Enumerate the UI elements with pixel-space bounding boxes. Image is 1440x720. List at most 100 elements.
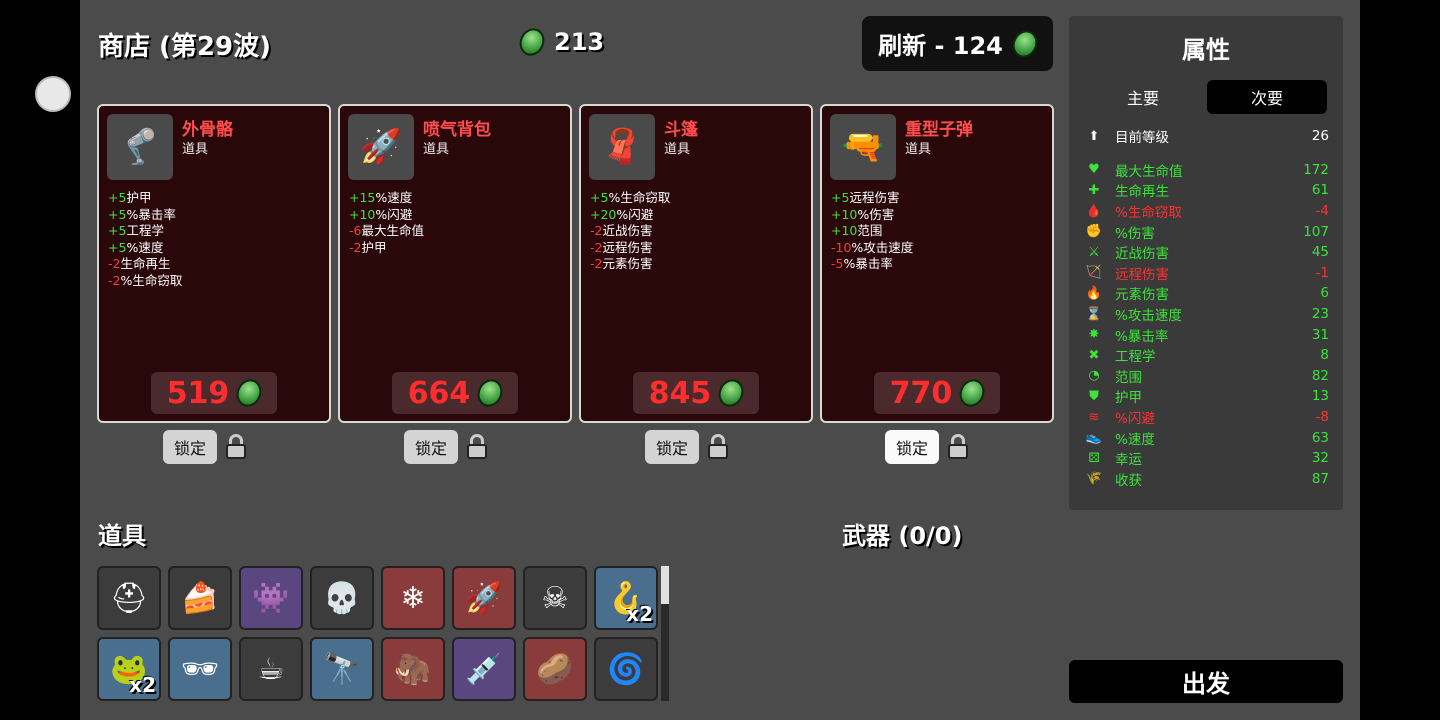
stat-label: 生命再生 bbox=[1115, 184, 1169, 201]
item-type: 道具 bbox=[423, 142, 450, 157]
inventory-slot[interactable]: ☕ bbox=[239, 637, 303, 701]
stat-row: ✖ 工程学 8 bbox=[1085, 345, 1329, 366]
potato-icon: 🥔 bbox=[536, 651, 574, 687]
price-amount: 845 bbox=[648, 375, 712, 411]
lock-control: 锁定 bbox=[404, 430, 488, 464]
lock-button[interactable]: 锁定 bbox=[645, 430, 699, 464]
stat-value: 32 bbox=[1311, 450, 1329, 467]
stat-text: 远程伤害 bbox=[602, 239, 653, 255]
inventory-slot[interactable]: 🥔 bbox=[523, 637, 587, 701]
tab-primary[interactable]: 主要 bbox=[1083, 80, 1203, 114]
crit-icon: ✸ bbox=[1088, 327, 1100, 343]
buy-price-button[interactable]: 845 bbox=[633, 372, 759, 414]
padlock-icon bbox=[225, 434, 247, 460]
stat-label: 幸运 bbox=[1115, 452, 1142, 469]
stat-text: 工程学 bbox=[126, 223, 164, 238]
stat-value: 107 bbox=[1303, 223, 1329, 240]
reroll-button[interactable]: 刷新 - 124 bbox=[862, 16, 1053, 71]
lock-button[interactable]: 锁定 bbox=[404, 430, 458, 464]
inventory-slot[interactable]: 🪝 x2 bbox=[594, 566, 658, 630]
item-type: 道具 bbox=[182, 142, 209, 157]
material-gem-icon bbox=[232, 375, 267, 411]
buy-price-button[interactable]: 519 bbox=[151, 372, 277, 414]
shop-card[interactable]: 🦿 外骨骼 道具 +5护甲 +5%暴击率 +5工程学 +5%速度 -2生命再生 -2%生命窃取 5… bbox=[97, 104, 331, 423]
shop-card[interactable]: 🚀 喷气背包 道具 +15%速度 +10%闪避 -6最大生命值 -2护甲 664 bbox=[338, 104, 572, 423]
telescope-icon: 🔭 bbox=[323, 651, 361, 687]
stat-value: -2 bbox=[108, 256, 121, 271]
stat-text: 远程伤害 bbox=[849, 190, 900, 205]
stat-line: -5%暴击率 bbox=[831, 256, 913, 273]
stat-text: 范围 bbox=[857, 223, 883, 238]
inventory-slot[interactable]: 💀 bbox=[310, 566, 374, 630]
lock-control: 锁定 bbox=[163, 430, 247, 464]
stat-label: 收获 bbox=[1115, 472, 1142, 489]
inventory-scrollbar[interactable] bbox=[661, 566, 669, 701]
inventory-slot[interactable]: ☠ bbox=[523, 566, 587, 630]
stat-value: +20 bbox=[590, 206, 617, 222]
stat-line: +15%速度 bbox=[349, 190, 424, 207]
floating-assist-button[interactable] bbox=[35, 76, 71, 112]
material-gem-icon bbox=[515, 24, 549, 60]
stat-value: +5 bbox=[108, 239, 127, 255]
stat-row: ◔ 范围 82 bbox=[1085, 366, 1329, 387]
animal-skull-icon: ☠ bbox=[541, 580, 569, 616]
tab-secondary[interactable]: 次要 bbox=[1207, 80, 1327, 114]
stat-value: -8 bbox=[1315, 409, 1329, 426]
glasses-icon: 🕶 bbox=[180, 651, 220, 687]
stat-value: 87 bbox=[1311, 470, 1329, 487]
item-type: 道具 bbox=[905, 142, 932, 157]
stat-line: +5护甲 bbox=[108, 190, 182, 207]
stat-row: ✸ %暴击率 31 bbox=[1085, 324, 1329, 345]
price-amount: 770 bbox=[889, 375, 953, 411]
buy-price-button[interactable]: 664 bbox=[392, 372, 518, 414]
inventory-slot[interactable]: 🐸 x2 bbox=[97, 637, 161, 701]
go-button[interactable]: 出发 bbox=[1069, 660, 1343, 703]
stat-value: 82 bbox=[1311, 367, 1329, 384]
syringe-icon: 💉 bbox=[465, 651, 503, 687]
stat-line: +10%闪避 bbox=[349, 207, 424, 224]
items-section-title: 道具 bbox=[98, 522, 146, 550]
item-stats: +5护甲 +5%暴击率 +5工程学 +5%速度 -2生命再生 -2%生命窃取 bbox=[108, 190, 182, 289]
inventory-slot[interactable]: 💉 bbox=[452, 637, 516, 701]
stat-value: 6 bbox=[1320, 285, 1329, 302]
stat-line: +20%闪避 bbox=[590, 207, 670, 224]
stat-line: -2生命再生 bbox=[108, 256, 182, 273]
go-label: 出发 bbox=[1182, 670, 1230, 698]
inventory-slot[interactable]: ⛑ bbox=[97, 566, 161, 630]
inventory-slot[interactable]: ❄ bbox=[381, 566, 445, 630]
engineering-icon: ✖ bbox=[1088, 347, 1100, 363]
shop-card[interactable]: 🔫 重型子弹 道具 +5远程伤害 +10%伤害 +10范围 -10%攻击速度 -5%暴击率 77… bbox=[820, 104, 1054, 423]
stat-text: %闪避 bbox=[616, 206, 654, 222]
inventory-slot[interactable]: 🚀 bbox=[452, 566, 516, 630]
stat-text: %速度 bbox=[126, 239, 164, 255]
coffee-icon: ☕ bbox=[257, 651, 285, 687]
inventory-slot[interactable]: 👾 bbox=[239, 566, 303, 630]
stat-value: 45 bbox=[1311, 244, 1329, 261]
stat-value: +10 bbox=[831, 223, 858, 238]
inventory-slot[interactable]: 🦣 bbox=[381, 637, 445, 701]
cake-icon: 🍰 bbox=[181, 580, 219, 616]
stat-label: 范围 bbox=[1115, 369, 1142, 386]
stat-row: 🔥 元素伤害 6 bbox=[1085, 283, 1329, 304]
stat-row: ✊ %伤害 107 bbox=[1085, 221, 1329, 242]
stat-text: 近战伤害 bbox=[602, 223, 653, 238]
lock-button[interactable]: 锁定 bbox=[163, 430, 217, 464]
stat-label: %攻击速度 bbox=[1115, 308, 1182, 325]
damage-icon: ✊ bbox=[1085, 224, 1103, 240]
lock-control: 锁定 bbox=[645, 430, 729, 464]
dodge-icon: ≋ bbox=[1088, 409, 1100, 425]
inventory-slot[interactable]: 🕶 bbox=[168, 637, 232, 701]
inventory-slot[interactable]: 🍰 bbox=[168, 566, 232, 630]
shop-card[interactable]: 🧣 斗篷 道具 +5%生命窃取 +20%闪避 -2近战伤害 -2远程伤害 -2元素伤害 845 bbox=[579, 104, 813, 423]
stat-value: +5 bbox=[831, 190, 850, 205]
lock-button[interactable]: 锁定 bbox=[885, 430, 939, 464]
item-name: 斗篷 bbox=[664, 120, 698, 140]
inventory-slot[interactable]: 🔭 bbox=[310, 637, 374, 701]
dice-icon: ⚄ bbox=[1088, 450, 1100, 466]
inventory-slot[interactable]: 🌀 bbox=[594, 637, 658, 701]
buy-price-button[interactable]: 770 bbox=[874, 372, 1000, 414]
stat-text: 生命再生 bbox=[120, 256, 171, 271]
stat-value: +5 bbox=[590, 190, 609, 205]
scrollbar-thumb[interactable] bbox=[661, 566, 669, 604]
stat-value: -2 bbox=[590, 256, 603, 271]
